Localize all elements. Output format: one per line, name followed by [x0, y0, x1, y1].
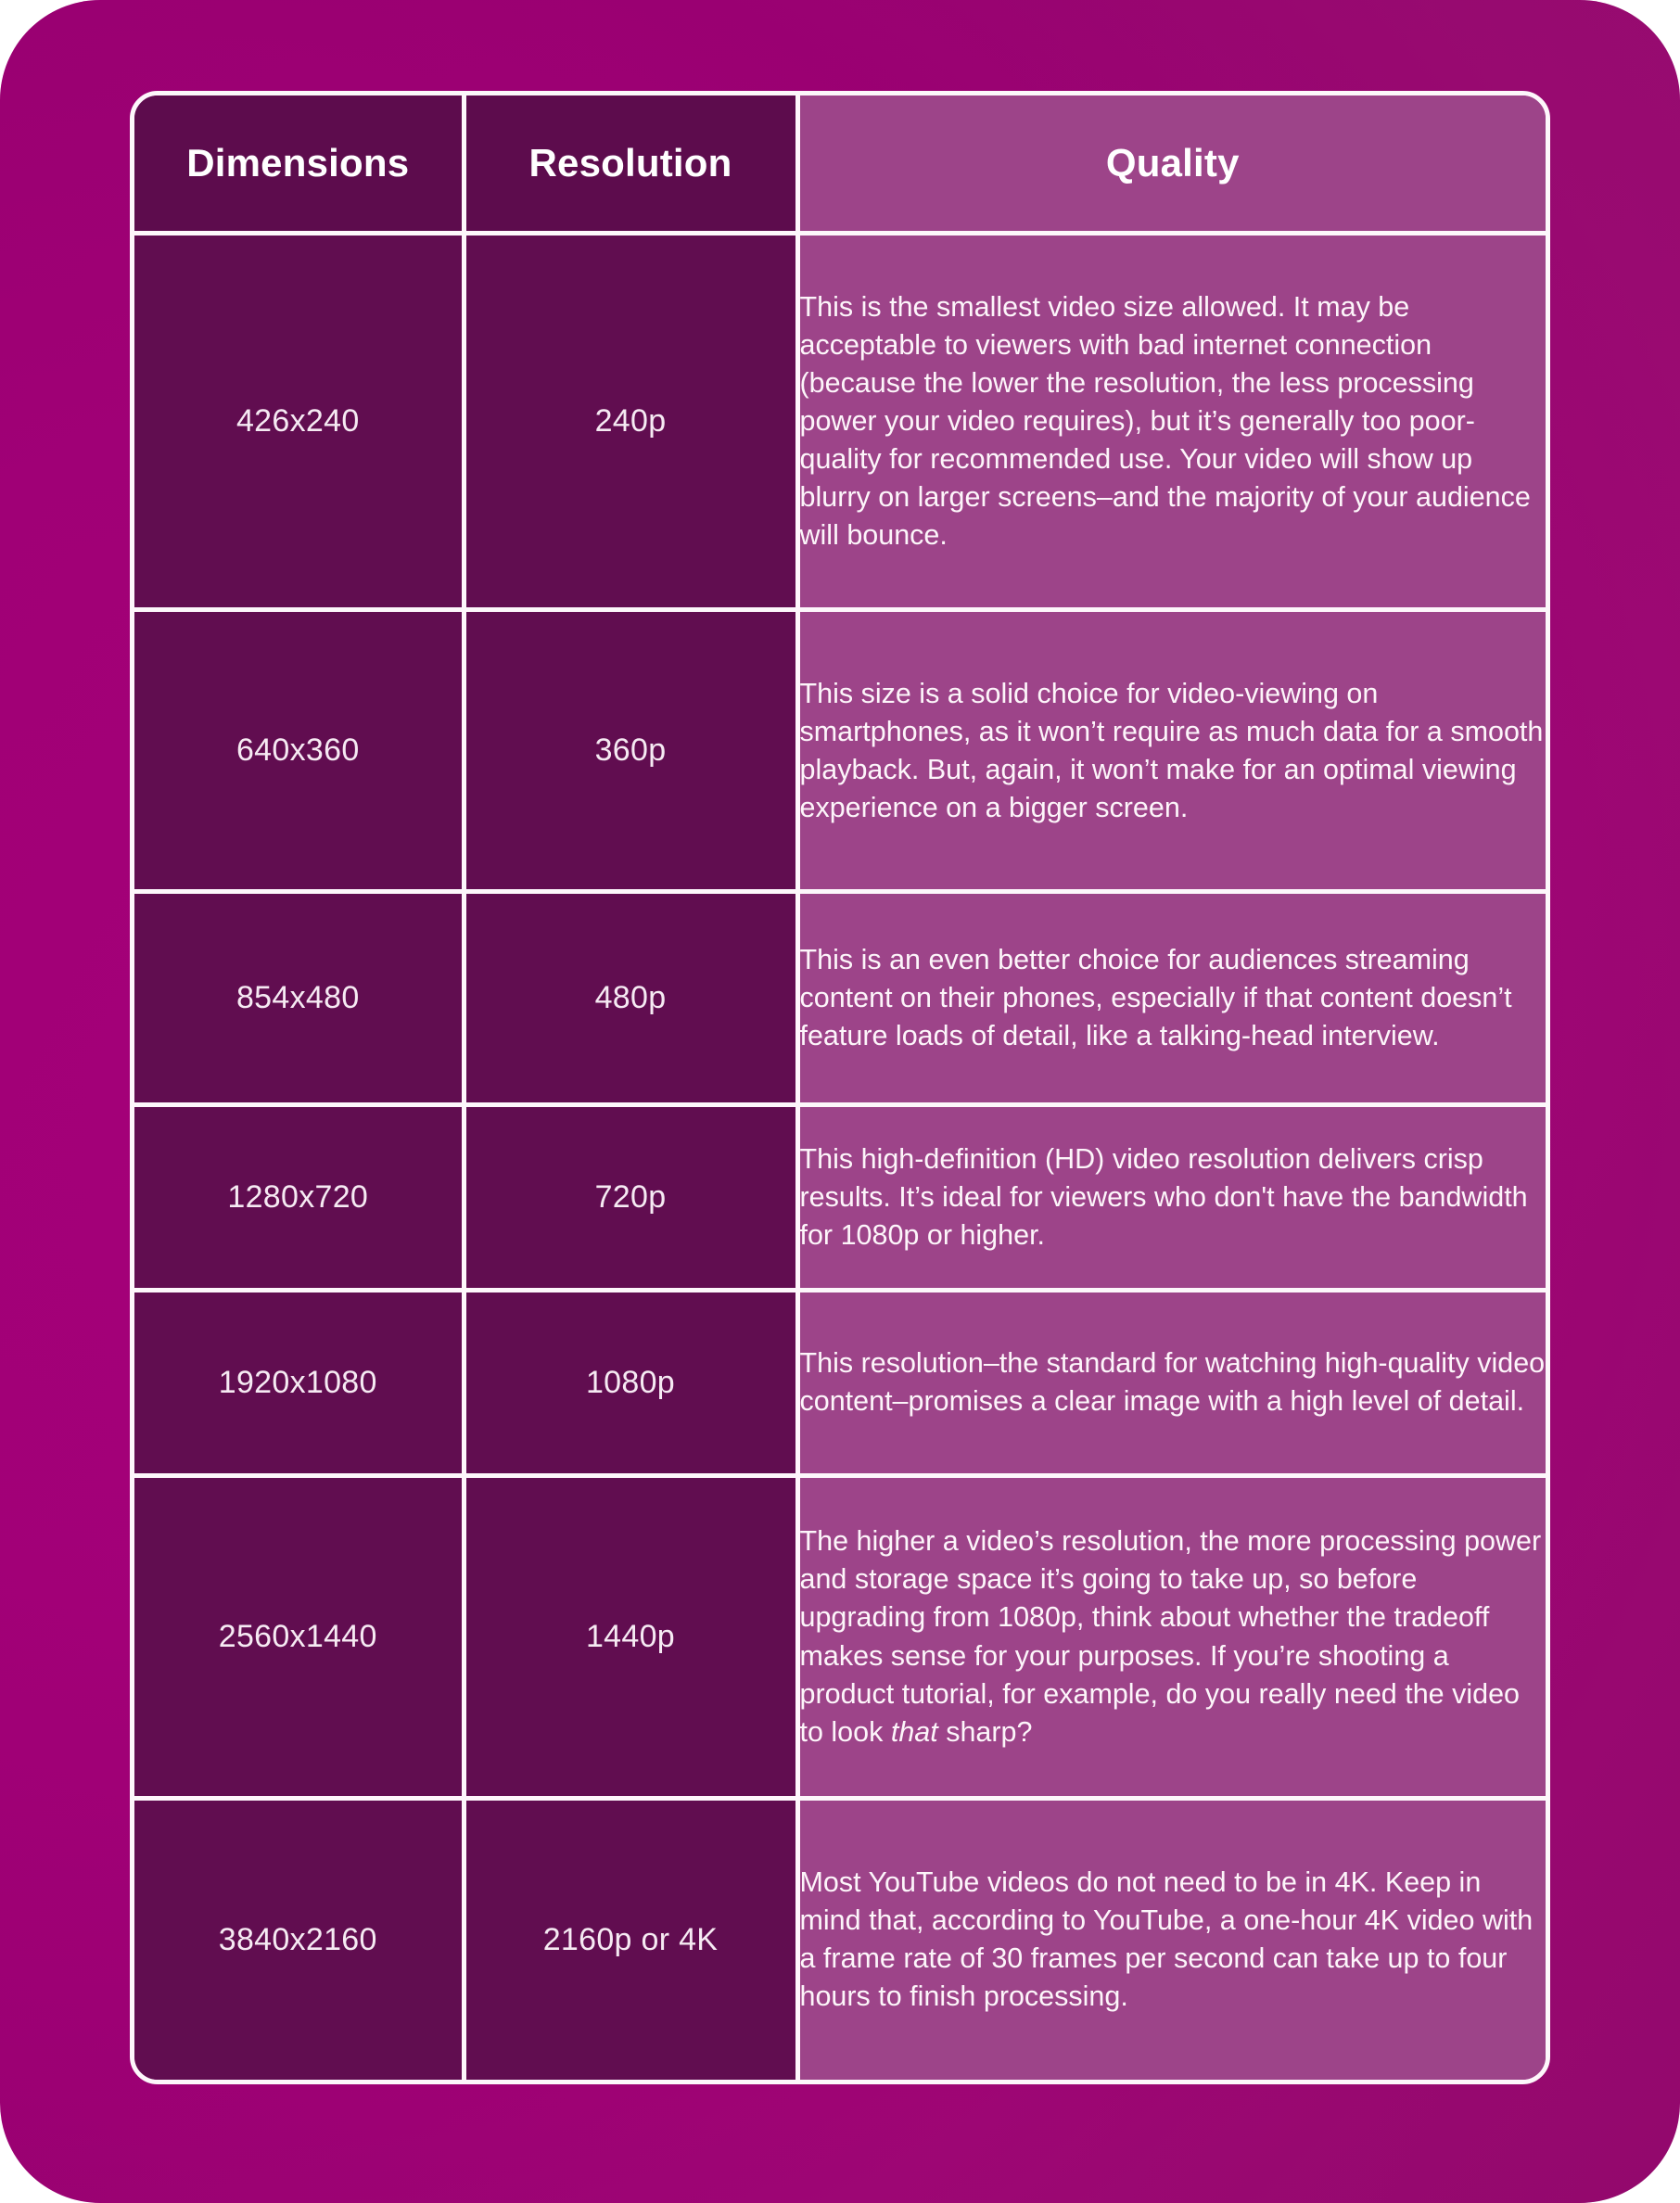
table-body: 426x240 240p This is the smallest video …	[134, 230, 1546, 2080]
cell-quality: Most YouTube videos do not need to be in…	[795, 1795, 1546, 2080]
table-row: 1280x720 720p This high-definition (HD) …	[134, 1102, 1546, 1293]
table-row: 2560x1440 1440p The higher a video’s res…	[134, 1473, 1546, 1801]
cell-dimensions: 2560x1440	[134, 1473, 466, 1801]
cell-resolution: 480p	[461, 888, 800, 1107]
table-row: 1920x1080 1080p This resolution–the stan…	[134, 1287, 1546, 1479]
cell-dimensions: 1920x1080	[134, 1287, 466, 1479]
cell-resolution: 720p	[461, 1102, 800, 1293]
cell-quality: This is an even better choice for audien…	[795, 888, 1546, 1107]
table-row: 426x240 240p This is the smallest video …	[134, 230, 1546, 613]
cell-quality: The higher a video’s resolution, the mor…	[795, 1473, 1546, 1801]
cell-resolution: 240p	[461, 230, 800, 613]
cell-resolution: 1440p	[461, 1473, 800, 1801]
cell-dimensions: 640x360	[134, 607, 466, 894]
cell-dimensions: 3840x2160	[134, 1795, 466, 2080]
cell-quality: This high-definition (HD) video resoluti…	[795, 1102, 1546, 1293]
quality-text-emphasis: that	[890, 1715, 938, 1748]
column-header-resolution: Resolution	[461, 96, 800, 236]
resolution-table-container: Dimensions Resolution Quality 426x240 24…	[130, 91, 1550, 2084]
cell-quality: This is the smallest video size allowed.…	[795, 230, 1546, 613]
cell-resolution: 360p	[461, 607, 800, 894]
quality-text: This resolution–the standard for watchin…	[799, 1347, 1546, 1418]
quality-text: This high-definition (HD) video resoluti…	[799, 1142, 1528, 1251]
table-row: 3840x2160 2160p or 4K Most YouTube video…	[134, 1795, 1546, 2080]
table-header: Dimensions Resolution Quality	[134, 96, 1546, 236]
quality-text: This is an even better choice for audien…	[799, 943, 1512, 1051]
header-row: Dimensions Resolution Quality	[134, 96, 1546, 236]
resolution-table: Dimensions Resolution Quality 426x240 24…	[134, 96, 1546, 2080]
column-header-quality: Quality	[795, 96, 1546, 236]
table-row: 854x480 480p This is an even better choi…	[134, 888, 1546, 1107]
quality-text: This is the smallest video size allowed.…	[799, 290, 1531, 551]
cell-resolution: 1080p	[461, 1287, 800, 1479]
cell-dimensions: 854x480	[134, 888, 466, 1107]
cell-resolution: 2160p or 4K	[461, 1795, 800, 2080]
table-row: 640x360 360p This size is a solid choice…	[134, 607, 1546, 894]
quality-text-pre: The higher a video’s resolution, the mor…	[799, 1525, 1542, 1748]
quality-text: The higher a video’s resolution, the mor…	[800, 1522, 1546, 1751]
quality-text: Most YouTube videos do not need to be in…	[799, 1866, 1534, 2013]
cell-dimensions: 1280x720	[134, 1102, 466, 1293]
cell-quality: This size is a solid choice for video-vi…	[795, 607, 1546, 894]
page-canvas: Dimensions Resolution Quality 426x240 24…	[0, 0, 1680, 2203]
quality-text-post: sharp?	[937, 1715, 1033, 1748]
cell-quality: This resolution–the standard for watchin…	[795, 1287, 1546, 1479]
cell-dimensions: 426x240	[134, 230, 466, 613]
column-header-dimensions: Dimensions	[134, 96, 466, 236]
quality-text: This size is a solid choice for video-vi…	[799, 677, 1544, 823]
